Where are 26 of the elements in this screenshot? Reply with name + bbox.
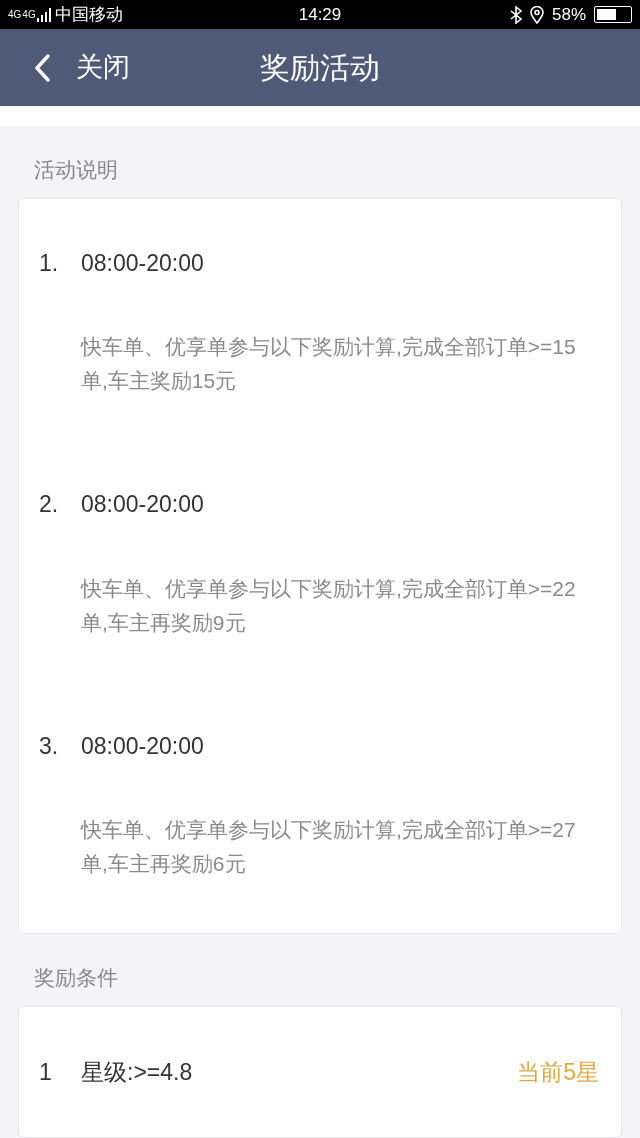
signal-icon	[36, 7, 51, 22]
clock: 14:29	[297, 3, 343, 26]
back-button[interactable]: 关闭	[0, 47, 130, 88]
time-range: 08:00-20:00	[81, 731, 204, 761]
section-title: 活动说明	[33, 157, 119, 183]
item-number: 1	[39, 1057, 53, 1087]
bluetooth-icon	[509, 5, 522, 24]
condition-text: 星级:>=4.8	[81, 1057, 194, 1087]
location-icon	[529, 5, 544, 24]
item-number: 1.	[39, 248, 60, 278]
back-icon	[34, 53, 50, 82]
time-range: 08:00-20:00	[81, 248, 204, 278]
item-number: 3.	[39, 731, 60, 761]
battery-percent: 58%	[551, 3, 586, 26]
rule-description: 快车单、优享单参与以下奖励计算,完成全部订单>=27单,车主再奖励6元	[81, 817, 577, 877]
section-title: 奖励条件	[33, 965, 119, 991]
battery-icon	[594, 6, 632, 24]
time-range: 08:00-20:00	[81, 490, 204, 519]
current-rating: 当前5星	[517, 1057, 599, 1087]
item-number: 2.	[39, 490, 60, 519]
rule-description: 快车单、优享单参与以下奖励计算,完成全部订单>=15单,车主奖励15元	[81, 334, 577, 394]
page-title: 奖励活动	[260, 50, 380, 87]
rule-description: 快车单、优享单参与以下奖励计算,完成全部订单>=22单,车主再奖励9元	[81, 575, 577, 636]
network-type: 4G	[22, 9, 36, 20]
carrier-name: 中国移动	[54, 3, 123, 26]
network-type: 4G	[8, 9, 22, 20]
